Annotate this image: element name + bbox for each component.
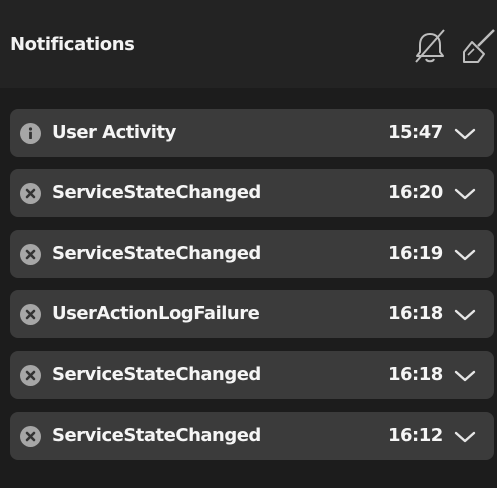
notification-time: 16:18 xyxy=(388,303,443,324)
notification-title: ServiceStateChanged xyxy=(52,425,261,446)
error-x-icon xyxy=(20,426,41,447)
bell-slash-icon[interactable] xyxy=(408,24,452,68)
notifications-panel: Notifications User Activity 15:47 ServiceS… xyxy=(0,0,497,488)
chevron-down-icon[interactable] xyxy=(453,307,477,323)
error-x-icon xyxy=(20,244,41,265)
notification-item[interactable]: ServiceStateChanged 16:20 xyxy=(10,169,494,217)
error-x-icon xyxy=(20,304,41,325)
notification-item[interactable]: ServiceStateChanged 16:12 xyxy=(10,412,494,460)
notification-time: 16:20 xyxy=(388,182,443,203)
info-icon xyxy=(20,123,41,144)
notification-title: User Activity xyxy=(52,122,176,143)
chevron-down-icon[interactable] xyxy=(453,368,477,384)
notification-item[interactable]: ServiceStateChanged 16:19 xyxy=(10,230,494,278)
chevron-down-icon[interactable] xyxy=(453,247,477,263)
notification-time: 16:19 xyxy=(388,243,443,264)
notifications-header: Notifications xyxy=(0,0,497,88)
notification-title: ServiceStateChanged xyxy=(52,182,261,203)
chevron-down-icon[interactable] xyxy=(453,126,477,142)
broom-icon[interactable] xyxy=(458,24,497,68)
chevron-down-icon[interactable] xyxy=(453,186,477,202)
notification-item[interactable]: ServiceStateChanged 16:18 xyxy=(10,351,494,399)
chevron-down-icon[interactable] xyxy=(453,429,477,445)
notification-item[interactable]: UserActionLogFailure 16:18 xyxy=(10,290,494,338)
notification-time: 15:47 xyxy=(388,122,443,143)
page-title: Notifications xyxy=(10,34,135,55)
error-x-icon xyxy=(20,183,41,204)
notification-item[interactable]: User Activity 15:47 xyxy=(10,109,494,157)
notification-title: UserActionLogFailure xyxy=(52,303,260,324)
notification-time: 16:12 xyxy=(388,425,443,446)
notification-time: 16:18 xyxy=(388,364,443,385)
notification-title: ServiceStateChanged xyxy=(52,243,261,264)
error-x-icon xyxy=(20,365,41,386)
notification-title: ServiceStateChanged xyxy=(52,364,261,385)
